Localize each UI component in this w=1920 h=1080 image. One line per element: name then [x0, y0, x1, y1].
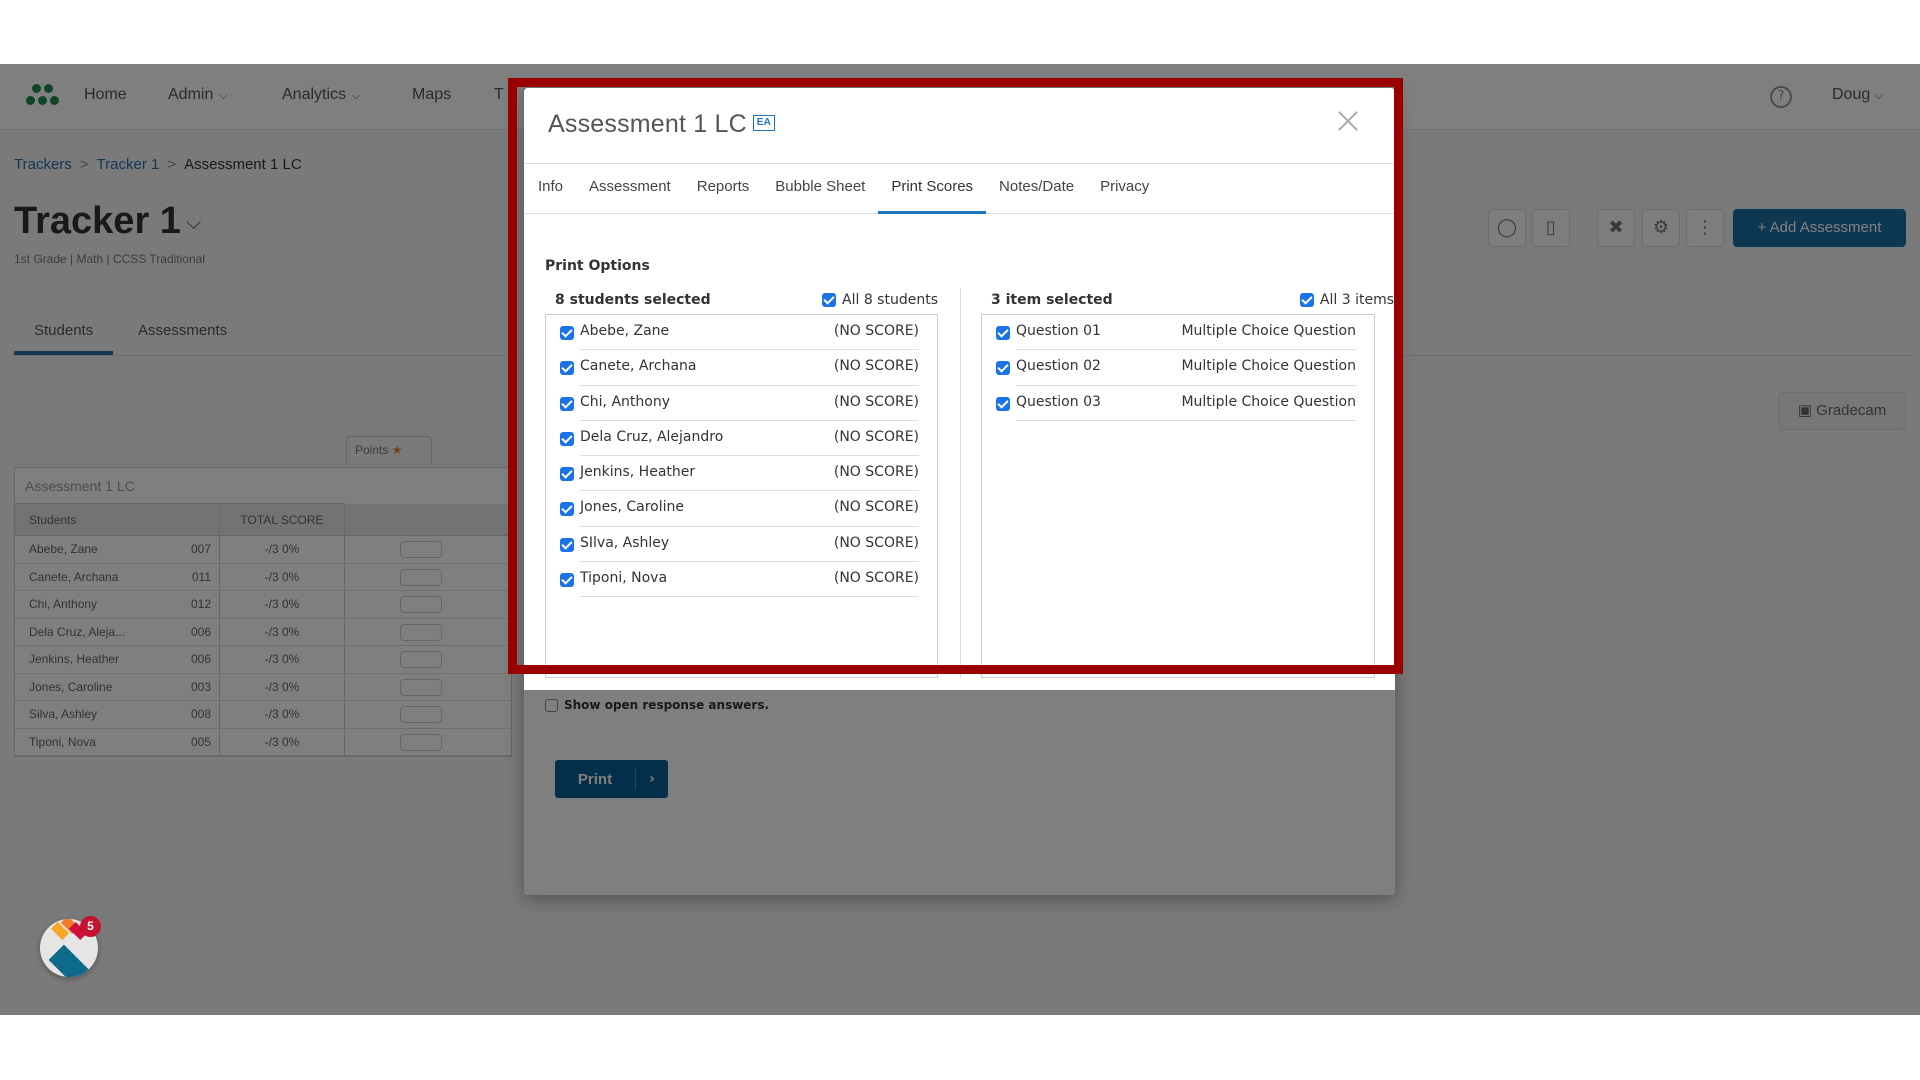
student-list-item[interactable]: Tiponi, Nova (NO SCORE) [560, 562, 937, 598]
student-name: Canete, Archana [580, 358, 697, 375]
tab-privacy[interactable]: Privacy [1087, 164, 1162, 214]
students-pane: 8 students selected All 8 students Abebe… [545, 288, 938, 678]
items-pane: 3 item selected All 3 items Question 01 M… [981, 288, 1394, 678]
student-value: (NO SCORE) [833, 393, 919, 410]
students-selected-count: 8 students selected [555, 292, 711, 308]
items-pane-header: 3 item selected All 3 items [981, 288, 1394, 314]
print-options-heading: Print Options [545, 258, 650, 274]
question-value: Multiple Choice Question [1181, 358, 1356, 375]
student-value: (NO SCORE) [833, 428, 919, 445]
assessment-modal: Assessment 1 LC EA Info Assessment Reports B… [524, 88, 1395, 895]
student-name: Jenkins, Heather [580, 464, 696, 481]
question-list-item[interactable]: Question 01 Multiple Choice Question [996, 315, 1374, 351]
tab-notes-date[interactable]: Notes/Date [986, 164, 1087, 214]
student-name: SIlva, Ashley [580, 534, 670, 551]
tab-assessment[interactable]: Assessment [576, 164, 684, 214]
students-list[interactable]: Abebe, Zane (NO SCORE) Canete, Archana (NO … [545, 314, 938, 678]
question-name: Question 02 [1016, 358, 1101, 375]
question-name: Question 03 [1016, 393, 1101, 410]
question-value: Multiple Choice Question [1181, 323, 1356, 339]
checkbox-checked-icon[interactable] [560, 467, 574, 482]
checkbox-checked-icon[interactable] [560, 573, 574, 588]
checkbox-checked-icon[interactable] [560, 396, 574, 411]
student-name: Tiponi, Nova [580, 570, 668, 587]
question-list-item[interactable]: Question 02 Multiple Choice Question [996, 350, 1374, 386]
checkbox-checked-icon[interactable] [560, 431, 574, 446]
modal-header: Assessment 1 LC EA [524, 88, 1395, 164]
checkbox-checked-icon[interactable] [996, 326, 1010, 340]
students-pane-header: 8 students selected All 8 students [545, 288, 938, 314]
select-all-students-checkbox[interactable]: All 8 students [822, 292, 938, 308]
student-value: (NO SCORE) [833, 323, 919, 339]
select-all-students-label: All 8 students [842, 292, 938, 308]
modal-title: Assessment 1 LC EA [548, 110, 775, 139]
row-divider [580, 596, 919, 598]
student-name: Jones, Caroline [580, 499, 685, 516]
select-all-items-label: All 3 items [1319, 292, 1394, 308]
items-list[interactable]: Question 01 Multiple Choice Question Quest… [981, 314, 1375, 678]
student-list-item[interactable]: Dela Cruz, Alejandro (NO SCORE) [560, 421, 937, 457]
checkbox-checked-icon[interactable] [996, 361, 1010, 376]
checkbox-checked-icon[interactable] [1299, 293, 1314, 307]
student-value: (NO SCORE) [833, 499, 919, 516]
student-list-item[interactable]: Chi, Anthony (NO SCORE) [560, 386, 937, 421]
checkbox-checked-icon[interactable] [560, 502, 574, 517]
items-selected-count: 3 item selected [991, 292, 1113, 308]
close-icon[interactable] [1335, 108, 1361, 134]
modal-title-text: Assessment 1 LC [548, 110, 747, 138]
student-value: (NO SCORE) [833, 464, 919, 481]
tab-info[interactable]: Info [524, 164, 576, 214]
checkbox-checked-icon[interactable] [560, 537, 574, 552]
checkbox-checked-icon[interactable] [822, 293, 837, 307]
ea-badge-icon: EA [752, 115, 775, 132]
question-value: Multiple Choice Question [1181, 393, 1356, 410]
modal-dimmed-region [524, 690, 1395, 895]
student-list-item[interactable]: Jones, Caroline (NO SCORE) [560, 491, 937, 527]
checkbox-checked-icon[interactable] [996, 396, 1010, 411]
question-name: Question 01 [1016, 323, 1101, 339]
student-name: Chi, Anthony [580, 393, 670, 410]
student-name: Dela Cruz, Alejandro [580, 428, 724, 445]
select-all-items-checkbox[interactable]: All 3 items [1299, 292, 1394, 308]
student-list-item[interactable]: Jenkins, Heather (NO SCORE) [560, 456, 937, 492]
checkbox-checked-icon[interactable] [560, 326, 574, 340]
checkbox-checked-icon[interactable] [560, 361, 574, 376]
student-value: (NO SCORE) [833, 534, 919, 551]
student-value: (NO SCORE) [833, 570, 919, 587]
tab-print-scores[interactable]: Print Scores [878, 164, 987, 214]
app-screen: Home Admin⌵ Analytics⌵ Maps T ? Doug ⌵ T… [0, 64, 1920, 1015]
student-list-item[interactable]: Abebe, Zane (NO SCORE) [560, 315, 937, 351]
row-divider [1016, 419, 1356, 421]
tab-reports[interactable]: Reports [684, 164, 763, 214]
student-value: (NO SCORE) [833, 358, 919, 375]
tab-bubble-sheet[interactable]: Bubble Sheet [762, 164, 878, 214]
notification-badge: 5 [80, 916, 101, 937]
student-list-item[interactable]: SIlva, Ashley (NO SCORE) [560, 527, 937, 563]
student-name: Abebe, Zane [580, 323, 670, 339]
question-list-item[interactable]: Question 03 Multiple Choice Question [996, 386, 1374, 421]
student-list-item[interactable]: Canete, Archana (NO SCORE) [560, 350, 937, 386]
modal-tabs: Info Assessment Reports Bubble Sheet Print S… [524, 164, 1395, 214]
pane-divider [960, 288, 961, 678]
